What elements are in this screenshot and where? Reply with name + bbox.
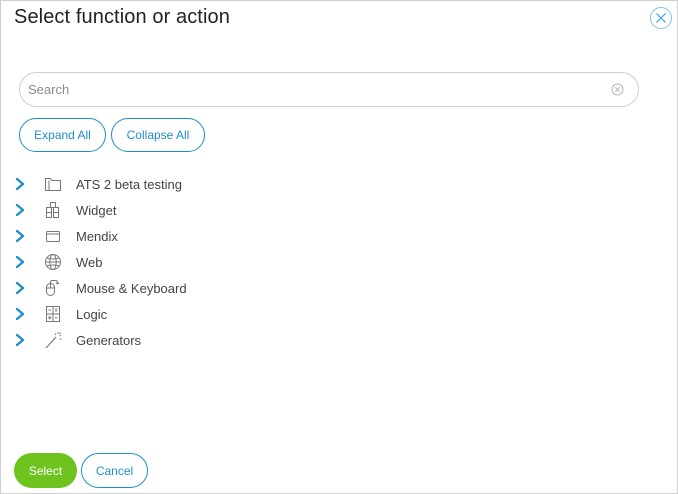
chevron-right-icon[interactable]: [14, 203, 26, 217]
chevron-right-icon[interactable]: [14, 255, 26, 269]
cancel-button[interactable]: Cancel: [81, 453, 148, 488]
select-button[interactable]: Select: [14, 453, 77, 488]
expand-all-button[interactable]: Expand All: [19, 118, 106, 152]
chevron-right-icon[interactable]: [14, 281, 26, 295]
tree-item-label: Widget: [76, 203, 117, 218]
chevron-right-icon[interactable]: [14, 177, 26, 191]
chevron-right-icon[interactable]: [14, 333, 26, 347]
function-tree: ATS 2 beta testing Widget Mendix Web Mou…: [1, 171, 661, 353]
tree-item-label: ATS 2 beta testing: [76, 177, 182, 192]
select-function-dialog: Select function or action Expand All Col…: [0, 0, 678, 494]
clear-search-icon[interactable]: [611, 83, 624, 96]
tree-item-label: Web: [76, 255, 103, 270]
chevron-right-icon[interactable]: [14, 307, 26, 321]
window-icon: [46, 231, 60, 242]
calculator-icon: [46, 306, 60, 322]
tree-item-label: Mouse & Keyboard: [76, 281, 187, 296]
tree-item-label: Mendix: [76, 229, 118, 244]
folder-icon: [45, 178, 61, 191]
chevron-right-icon[interactable]: [14, 229, 26, 243]
tree-item-web[interactable]: Web: [1, 249, 661, 275]
tree-item-generators[interactable]: Generators: [1, 327, 661, 353]
globe-icon: [45, 254, 61, 270]
tree-item-widget[interactable]: Widget: [1, 197, 661, 223]
tree-item-mendix[interactable]: Mendix: [1, 223, 661, 249]
tree-item-mouse-keyboard[interactable]: Mouse & Keyboard: [1, 275, 661, 301]
tree-item-label: Logic: [76, 307, 108, 322]
close-button[interactable]: [650, 7, 672, 29]
collapse-all-button[interactable]: Collapse All: [111, 118, 205, 152]
search-box: [19, 72, 639, 107]
magic-wand-icon: [45, 332, 62, 349]
mouse-icon: [46, 280, 60, 296]
dialog-title: Select function or action: [14, 6, 230, 28]
search-input[interactable]: [28, 73, 603, 106]
widget-blocks-icon: [46, 202, 59, 218]
tree-item-logic[interactable]: Logic: [1, 301, 661, 327]
tree-item-label: Generators: [76, 333, 142, 348]
close-icon: [656, 13, 666, 23]
tree-item-ats-2-beta-testing[interactable]: ATS 2 beta testing: [1, 171, 661, 197]
